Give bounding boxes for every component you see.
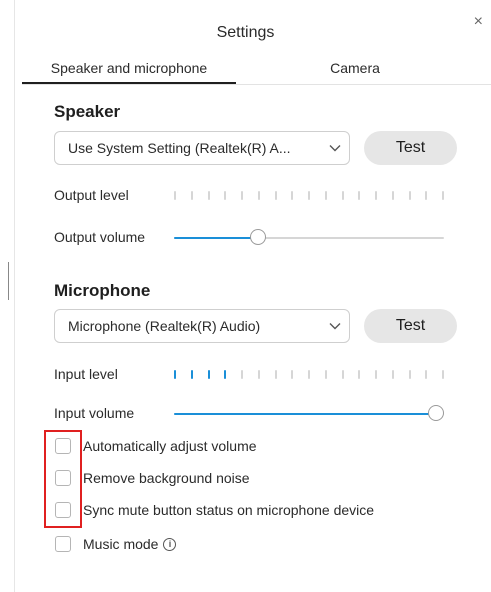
- output-volume-label: Output volume: [54, 229, 146, 245]
- level-meter-bar: [274, 190, 277, 200]
- level-meter-bar: [291, 369, 294, 379]
- output-level-meter: [174, 189, 444, 201]
- input-level-meter: [174, 368, 444, 380]
- slider-fill: [174, 413, 436, 415]
- level-meter-bar: [274, 369, 277, 379]
- remove-background-noise-label: Remove background noise: [83, 470, 250, 486]
- speaker-test-button[interactable]: Test: [364, 131, 457, 165]
- level-meter-bar: [358, 190, 361, 200]
- highlight-box: [44, 430, 82, 528]
- slider-thumb[interactable]: [428, 405, 444, 421]
- speaker-device-select[interactable]: Use System Setting (Realtek(R) A...: [54, 131, 350, 165]
- microphone-heading: Microphone: [54, 281, 151, 300]
- level-meter-bar: [224, 190, 227, 200]
- close-icon[interactable]: ×: [474, 14, 483, 30]
- info-icon[interactable]: i: [163, 537, 177, 551]
- level-meter-bar: [291, 190, 294, 200]
- level-meter-bar: [224, 369, 227, 379]
- level-meter-bar: [324, 190, 327, 200]
- microphone-test-button[interactable]: Test: [364, 309, 457, 343]
- level-meter-bar: [190, 190, 193, 200]
- input-volume-label: Input volume: [54, 405, 135, 421]
- level-meter-bar: [425, 190, 428, 200]
- input-level-label: Input level: [54, 366, 118, 382]
- tab-speaker-and-microphone[interactable]: Speaker and microphone: [22, 60, 236, 76]
- level-meter-bar: [425, 369, 428, 379]
- level-meter-bar: [391, 190, 394, 200]
- level-meter-bar: [442, 369, 444, 379]
- active-tab-indicator: [22, 82, 236, 84]
- output-level-label: Output level: [54, 187, 129, 203]
- level-meter-bar: [358, 369, 361, 379]
- level-meter-bar: [375, 190, 377, 200]
- level-meter-bar: [375, 369, 377, 379]
- remove-background-noise-option[interactable]: Remove background noise: [55, 470, 250, 486]
- level-meter-bar: [257, 190, 260, 200]
- level-meter-bar: [257, 369, 260, 379]
- level-meter-bar: [207, 190, 210, 200]
- sync-mute-button-label: Sync mute button status on microphone de…: [83, 502, 375, 518]
- auto-adjust-volume-label: Automatically adjust volume: [83, 438, 257, 454]
- level-meter-bar: [190, 369, 193, 379]
- slider-fill: [174, 237, 258, 239]
- tabs-divider: [22, 84, 491, 85]
- level-meter-bar: [341, 190, 344, 200]
- level-meter-bar: [391, 369, 394, 379]
- output-volume-slider[interactable]: [174, 229, 444, 247]
- background-window-divider: [8, 262, 9, 300]
- level-meter-bar: [174, 190, 176, 200]
- level-meter-bar: [241, 369, 243, 379]
- level-meter-bar: [308, 190, 310, 200]
- microphone-device-select[interactable]: Microphone (Realtek(R) Audio): [54, 309, 350, 343]
- level-meter-bar: [442, 190, 444, 200]
- speaker-heading: Speaker: [54, 102, 121, 121]
- auto-adjust-volume-option[interactable]: Automatically adjust volume: [55, 438, 257, 454]
- chevron-down-icon: [321, 141, 349, 155]
- chevron-down-icon: [321, 319, 349, 333]
- level-meter-bar: [308, 369, 310, 379]
- input-volume-slider[interactable]: [174, 405, 444, 423]
- level-meter-bar: [241, 190, 243, 200]
- music-mode-option[interactable]: Music mode i: [55, 536, 177, 552]
- level-meter-bar: [341, 369, 344, 379]
- dialog-title: Settings: [216, 24, 275, 41]
- music-mode-label: Music mode: [83, 536, 159, 552]
- music-mode-checkbox[interactable]: [55, 536, 71, 552]
- speaker-device-value: Use System Setting (Realtek(R) A...: [68, 140, 291, 156]
- level-meter-bar: [324, 369, 327, 379]
- level-meter-bar: [207, 369, 210, 379]
- sync-mute-button-option[interactable]: Sync mute button status on microphone de…: [55, 502, 374, 518]
- level-meter-bar: [408, 190, 411, 200]
- microphone-device-value: Microphone (Realtek(R) Audio): [68, 318, 261, 334]
- level-meter-bar: [408, 369, 411, 379]
- tab-camera[interactable]: Camera: [300, 60, 410, 76]
- slider-thumb[interactable]: [250, 229, 266, 245]
- level-meter-bar: [174, 369, 176, 379]
